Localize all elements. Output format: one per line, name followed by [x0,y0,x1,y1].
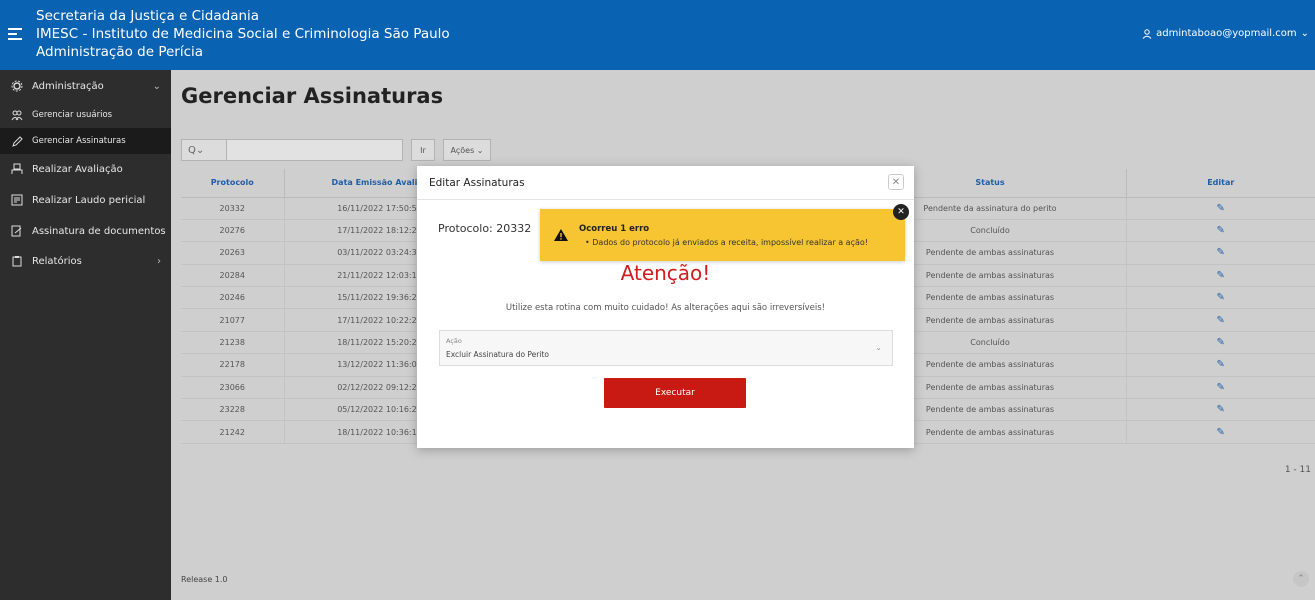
cell-editar: ✎ [1126,376,1315,400]
execute-button[interactable]: Executar [604,378,746,408]
user-menu[interactable]: admintaboao@yopmail.com ⌄ [1142,28,1309,39]
header-line-3: Administração de Perícia [36,44,204,60]
sidebar-item-assinatura-documentos[interactable]: Assinatura de documentos [0,216,171,246]
cell-editar: ✎ [1126,241,1315,265]
cell-protocolo: 20263 [181,241,285,265]
chevron-down-icon: ⌄ [875,343,882,352]
go-button[interactable]: Ir [411,139,435,161]
actions-label: Ações [450,145,475,155]
cell-protocolo: 20332 [181,197,285,220]
gear-icon [10,79,24,93]
edit-pencil-icon[interactable]: ✎ [1217,247,1225,258]
action-select-label: Ação [446,337,462,345]
user-email: admintaboao@yopmail.com [1156,28,1297,39]
sidebar-item-gerenciar-assinaturas[interactable]: Gerenciar Assinaturas [0,128,171,154]
cell-editar: ✎ [1126,286,1315,310]
cell-editar: ✎ [1126,398,1315,422]
search-field[interactable]: Q⌄ [181,139,403,161]
edit-pencil-icon[interactable]: ✎ [1217,359,1225,370]
edit-pencil-icon[interactable]: ✎ [1217,315,1225,326]
sidebar: Administração ⌄ Gerenciar usuários Geren… [0,70,171,600]
alert-close-icon[interactable]: ✕ [893,204,909,220]
clipboard-icon [10,254,24,268]
cell-protocolo: 21242 [181,420,285,444]
scroll-top-icon[interactable]: ⌃ [1293,571,1309,587]
alert-message: • Dados do protocolo já enviados a recei… [585,238,868,247]
sidebar-item-label: Realizar Laudo pericial [32,194,146,206]
warning-icon [554,229,568,241]
page-title: Gerenciar Assinaturas [181,84,444,108]
person-icon [10,162,24,176]
sidebar-item-label: Gerenciar usuários [32,110,113,120]
chevron-right-icon: › [157,255,161,267]
sidebar-item-label: Realizar Avaliação [32,163,123,175]
cell-editar: ✎ [1126,308,1315,332]
release-label: Release 1.0 [181,575,228,584]
cell-protocolo: 20284 [181,264,285,288]
users-icon [10,108,24,122]
header-line-2: IMESC - Instituto de Medicina Social e C… [36,26,450,42]
edit-pencil-icon[interactable]: ✎ [1217,225,1225,236]
sidebar-item-relatorios[interactable]: Relatórios › [0,246,171,276]
warning-text: Utilize esta rotina com muito cuidado! A… [505,303,826,313]
sidebar-item-label: Administração [32,80,104,92]
pagination-label: 1 - 11 [1284,465,1311,475]
cell-editar: ✎ [1126,197,1315,220]
error-alert: Ocorreu 1 erro • Dados do protocolo já e… [540,209,905,261]
edit-pencil-icon[interactable]: ✎ [1217,270,1225,281]
cell-editar: ✎ [1126,353,1315,377]
sidebar-item-label: Relatórios [32,255,82,267]
sidebar-item-label: Assinatura de documentos [32,225,166,237]
header-titles: Secretaria da Justiça e Cidadania IMESC … [36,7,450,61]
dialog-title: Editar Assinaturas [429,176,525,189]
sidebar-item-gerenciar-usuarios[interactable]: Gerenciar usuários [0,102,171,128]
top-header: Secretaria da Justiça e Cidadania IMESC … [0,0,1315,70]
cell-protocolo: 23066 [181,376,285,400]
document-icon [10,193,24,207]
edit-pencil-icon[interactable]: ✎ [1217,404,1225,415]
cell-protocolo: 22178 [181,353,285,377]
sidebar-item-label: Gerenciar Assinaturas [32,136,126,146]
sidebar-item-administracao[interactable]: Administração ⌄ [0,70,171,102]
sidebar-item-realizar-laudo[interactable]: Realizar Laudo pericial [0,184,171,216]
dialog-close-icon[interactable]: ✕ [888,174,904,190]
cell-editar: ✎ [1126,264,1315,288]
action-select-value: Excluir Assinatura do Perito [446,350,549,359]
chevron-down-icon: ⌄ [152,80,161,92]
user-icon [1142,28,1152,39]
menu-toggle-icon[interactable] [8,28,22,42]
dialog-header: Editar Assinaturas [417,166,914,200]
alert-title: Ocorreu 1 erro [579,224,650,234]
search-icon: Q⌄ [188,144,205,156]
signature-icon [10,224,24,238]
edit-pencil-icon[interactable]: ✎ [1217,427,1225,438]
chevron-down-icon: ⌄ [1300,28,1309,39]
cell-editar: ✎ [1126,331,1315,355]
cell-editar: ✎ [1126,219,1315,243]
cell-editar: ✎ [1126,420,1315,444]
cell-protocolo: 20276 [181,219,285,243]
cell-protocolo: 21077 [181,308,285,332]
cell-protocolo: 20246 [181,286,285,310]
cell-protocolo: 23228 [181,398,285,422]
header-line-1: Secretaria da Justiça e Cidadania [36,8,260,24]
edit-pencil-icon[interactable]: ✎ [1217,203,1225,214]
alert-message-text: Dados do protocolo já enviados a receita… [592,238,868,247]
attention-heading: Atenção! [620,261,711,285]
pencil-icon [10,134,24,148]
action-select[interactable]: Ação Excluir Assinatura do Perito ⌄ [439,330,893,366]
report-toolbar: Q⌄ Ir Ações ⌄ [181,139,491,161]
sidebar-item-realizar-avaliacao[interactable]: Realizar Avaliação [0,154,171,184]
search-input[interactable] [226,140,402,160]
edit-pencil-icon[interactable]: ✎ [1217,337,1225,348]
col-protocolo[interactable]: Protocolo [181,169,285,198]
edit-pencil-icon[interactable]: ✎ [1217,382,1225,393]
footer: Release 1.0 ⌃ [171,555,1315,600]
actions-button[interactable]: Ações ⌄ [443,139,491,161]
protocolo-label: Protocolo: 20332 [438,222,532,235]
edit-pencil-icon[interactable]: ✎ [1217,292,1225,303]
cell-protocolo: 21238 [181,331,285,355]
col-editar[interactable]: Editar [1126,169,1315,198]
